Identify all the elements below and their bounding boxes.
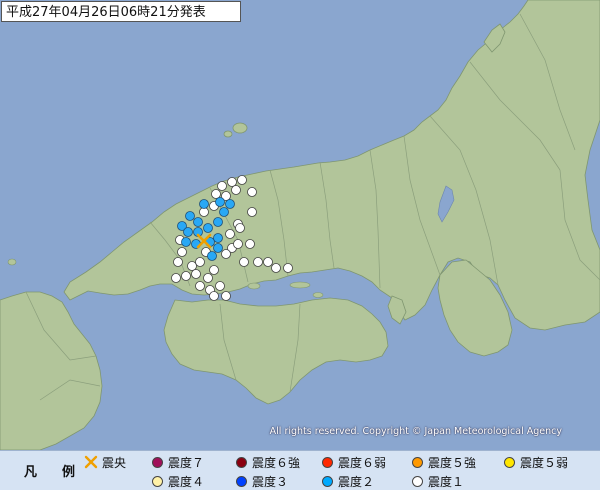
legend-item: 震央 [84,454,126,470]
legend-item-label: 震度１ [428,474,465,489]
intensity-circle-icon [504,456,515,468]
shikoku-island [163,297,389,405]
legend-item-label: 震央 [102,455,127,470]
kyushu-island [0,291,103,450]
epicenter-cross-icon [84,455,98,469]
intensity-circle-icon [322,456,333,468]
intensity-map: 平成27年04月26日06時21分発表 All rights reserved.… [0,0,600,450]
inland-sea-island [289,281,311,289]
legend-item-label: 震度３ [252,474,289,489]
legend-item: 震度７ [152,454,204,470]
legend-item: 震度２ [322,473,374,489]
legend-label: 凡 例 [24,465,82,480]
intensity-circle-icon [152,456,163,468]
map-canvas [0,0,600,450]
oki-island [232,122,248,134]
copyright-notice: All rights reserved. Copyright © Japan M… [269,426,562,437]
legend-item: 震度５強 [412,454,476,470]
legend-item-label: 震度６弱 [338,455,387,470]
legend-bar: 凡 例 震央 震度７ 震度６強 震度６弱 震度５強 震度５弱震度４ 震度３ 震度２ 震度１ [0,450,600,490]
intensity-circle-icon [236,456,247,468]
inland-sea-island [312,292,324,298]
legend-item-label: 震度２ [338,474,375,489]
oki-island-small [223,130,233,138]
legend-item-label: 震度５強 [428,455,477,470]
legend-item: 震度４ [152,473,204,489]
legend-item-label: 震度４ [168,474,205,489]
intensity-circle-icon [236,475,247,487]
tsushima-coast-island [7,258,17,266]
honshu-landmass [63,0,600,331]
intensity-circle-icon [152,475,163,487]
announcement-title: 平成27年04月26日06時21分発表 [1,1,241,22]
legend-item-label: 震度５弱 [520,455,569,470]
legend-item: 震度６弱 [322,454,386,470]
intensity-circle-icon [412,456,423,468]
legend-item: 震度５弱 [504,454,568,470]
intensity-circle-icon [412,475,423,487]
legend-item-label: 震度６強 [252,455,301,470]
legend-item-label: 震度７ [168,455,205,470]
legend-item: 震度６強 [236,454,300,470]
inland-sea-island [247,282,261,290]
legend-item: 震度１ [412,473,464,489]
intensity-circle-icon [322,475,333,487]
legend-item: 震度３ [236,473,288,489]
